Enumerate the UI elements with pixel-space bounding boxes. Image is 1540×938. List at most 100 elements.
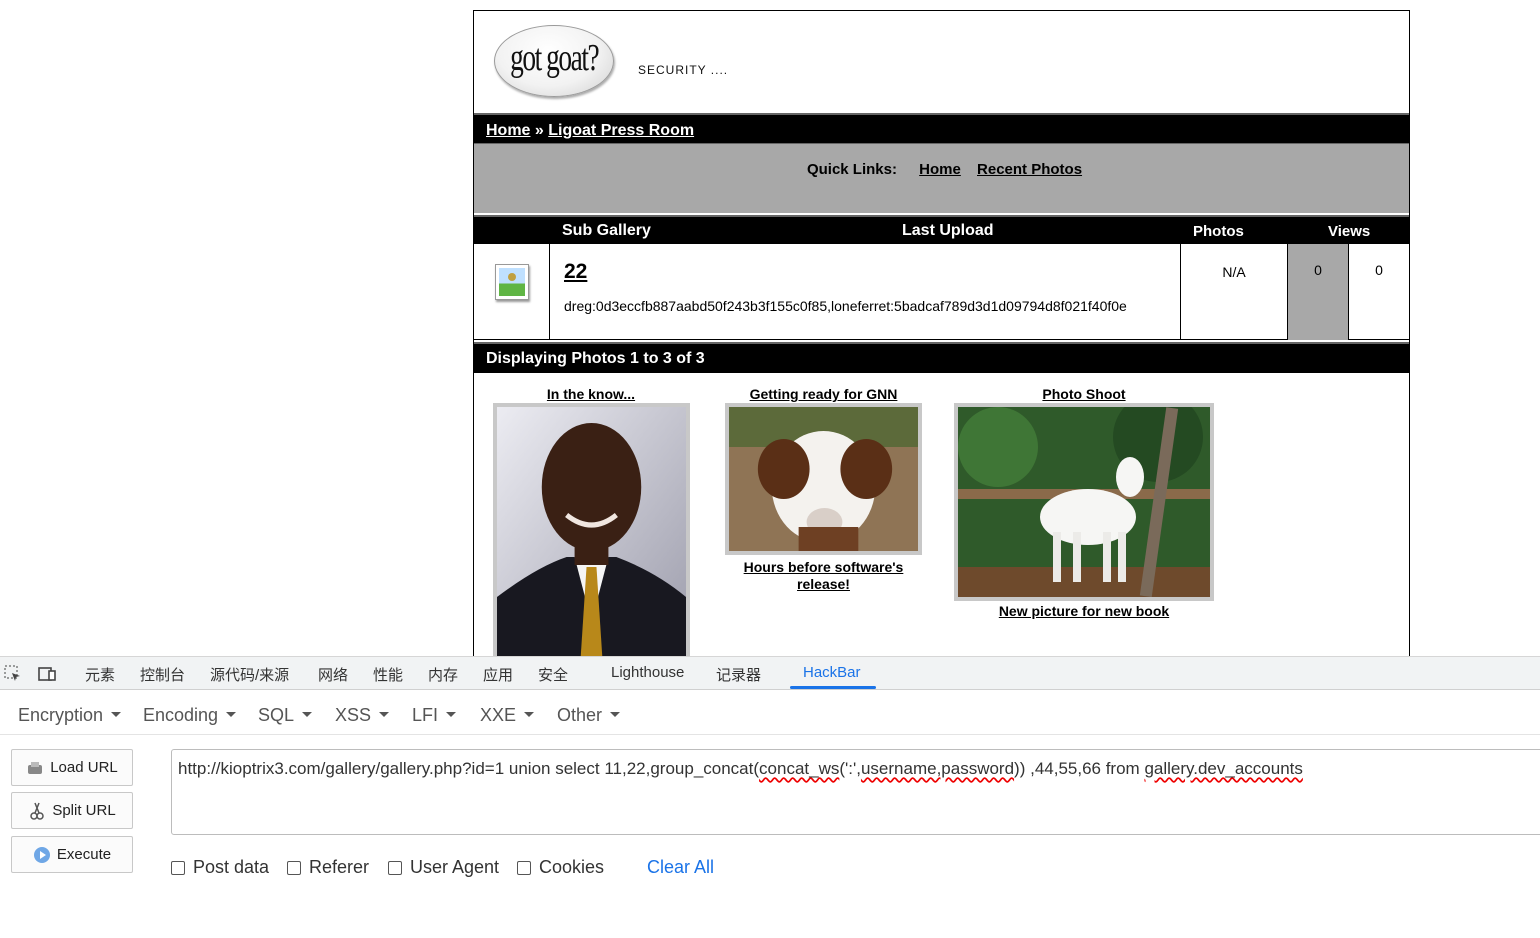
tab-network[interactable]: 网络 [318,664,348,685]
post-data-option[interactable]: Post data [171,857,269,878]
gallery-row: 22 dreg:0d3eccfb887aabd50f243b3f155c0f85… [474,244,1409,340]
menu-encoding[interactable]: Encoding [143,705,237,726]
white-goat-image [958,392,1210,598]
got-goat-logo[interactable]: got goat? [494,25,614,97]
post-data-checkbox[interactable] [171,860,185,875]
scissors-icon [30,802,45,820]
inspect-element-icon[interactable] [4,665,22,683]
photo-thumbnail[interactable] [954,392,1214,601]
photo-caption-link[interactable]: New picture for new book [954,603,1214,619]
menu-xss-label: XSS [335,705,372,725]
user-agent-option[interactable]: User Agent [388,857,499,878]
devtools-panel: 元素 控制台 源代码/来源 网络 性能 内存 应用 安全 Lighthouse … [0,656,1540,938]
tab-security[interactable]: 安全 [538,664,568,685]
tagline: SECURITY .... [638,63,729,77]
count-value: 0 [1314,262,1322,278]
menu-lfi[interactable]: LFI [412,705,457,726]
menu-encryption-label: Encryption [18,705,104,725]
count-cell: 0 [1288,244,1349,340]
header-sub-gallery: Sub Gallery [562,222,651,239]
photo-caption-link[interactable]: Hours before software's release! [722,559,925,593]
chevron-down-icon [226,712,237,717]
quick-link-home[interactable]: Home [919,161,961,178]
execute-label: Execute [56,846,112,863]
clear-all-link[interactable]: Clear All [647,857,714,878]
load-url-icon [28,761,43,774]
cookies-option[interactable]: Cookies [517,857,604,878]
referer-label: Referer [309,857,370,877]
url-part: (':', [839,759,861,778]
tab-console[interactable]: 控制台 [140,664,185,685]
quick-links-bar: Quick Links: Home Recent Photos [474,143,1409,213]
load-url-button[interactable]: Load URL [11,749,133,786]
user-agent-label: User Agent [410,857,500,877]
gallery-image-icon[interactable] [495,264,529,300]
url-part: http://kioptrix3.com/gallery/gallery.php… [178,759,760,778]
photo-thumbnail[interactable] [725,403,922,555]
referer-checkbox[interactable] [287,860,301,875]
tab-recorder[interactable]: 记录器 [716,664,761,685]
man-portrait-image [496,407,686,656]
tab-lighthouse[interactable]: Lighthouse [611,664,684,681]
gallery-frame: got goat? SECURITY .... Home » Ligoat Pr… [473,10,1410,656]
menu-xss[interactable]: XSS [335,705,390,726]
header-last-upload: Last Upload [902,222,994,239]
split-url-label: Split URL [52,802,116,819]
photos-count: N/A [1222,264,1246,280]
web-page: got goat? SECURITY .... Home » Ligoat Pr… [0,0,1540,656]
breadcrumb-current-link[interactable]: Ligoat Press Room [548,122,694,139]
split-url-button[interactable]: Split URL [11,792,133,829]
menu-xxe-label: XXE [480,705,517,725]
tab-hackbar[interactable]: HackBar [803,664,861,681]
url-textarea[interactable]: http://kioptrix3.com/gallery/gallery.php… [171,749,1540,835]
tab-elements[interactable]: 元素 [85,664,115,685]
breadcrumb: Home » Ligoat Press Room [474,113,1409,143]
photo-title-link[interactable]: Getting ready for GNN [722,386,925,402]
menu-lfi-label: LFI [412,705,439,725]
gallery-title-link[interactable]: 22 [564,260,587,284]
tab-sources[interactable]: 源代码/来源 [210,664,289,685]
user-agent-checkbox[interactable] [388,860,402,875]
url-part: gallery.dev_accounts [1144,759,1303,778]
menu-sql[interactable]: SQL [258,705,313,726]
photos-cell: N/A [1181,244,1288,340]
gallery-table-header: Sub Gallery Last Upload Photos Views [474,215,1409,244]
tab-memory[interactable]: 内存 [428,664,458,685]
photo-item: Getting ready for GNN Hours before softw… [722,386,925,593]
menu-other[interactable]: Other [557,705,621,726]
active-tab-indicator [790,686,876,689]
devtools-tab-bar: 元素 控制台 源代码/来源 网络 性能 内存 应用 安全 Lighthouse … [0,657,1540,690]
chevron-down-icon [302,712,313,717]
chevron-down-icon [610,712,621,717]
chevron-down-icon [379,712,390,717]
play-icon [33,846,50,863]
photo-title-link[interactable]: Photo Shoot [954,386,1214,402]
device-toolbar-icon[interactable] [38,665,56,683]
tab-performance[interactable]: 性能 [373,664,403,685]
photo-title-link[interactable]: In the know... [492,386,690,402]
breadcrumb-home-link[interactable]: Home [486,122,530,139]
chevron-down-icon [111,712,122,717]
menu-xxe[interactable]: XXE [480,705,535,726]
menu-sql-label: SQL [258,705,295,725]
tab-application[interactable]: 应用 [483,664,513,685]
menu-encoding-label: Encoding [143,705,219,725]
photo-item: Photo Shoot New picture for new book [954,386,1214,619]
header-views: Views [1328,223,1371,240]
menu-encryption[interactable]: Encryption [18,705,122,726]
brown-white-goat-image [729,407,918,551]
breadcrumb-separator: » [534,122,544,139]
chevron-down-icon [446,712,457,717]
menu-other-label: Other [557,705,603,725]
gallery-info-cell: 22 dreg:0d3eccfb887aabd50f243b3f155c0f85… [550,244,1181,340]
chevron-down-icon [524,712,535,717]
cookies-checkbox[interactable] [517,860,531,875]
photo-thumbnail[interactable] [492,403,690,656]
quick-links-label: Quick Links: [806,161,897,178]
execute-button[interactable]: Execute [11,836,133,873]
photo-item: In the know... [492,386,690,656]
quick-link-recent-photos[interactable]: Recent Photos [977,161,1082,178]
post-data-label: Post data [193,857,270,877]
referer-option[interactable]: Referer [287,857,369,878]
header-photos: Photos [1193,223,1244,240]
